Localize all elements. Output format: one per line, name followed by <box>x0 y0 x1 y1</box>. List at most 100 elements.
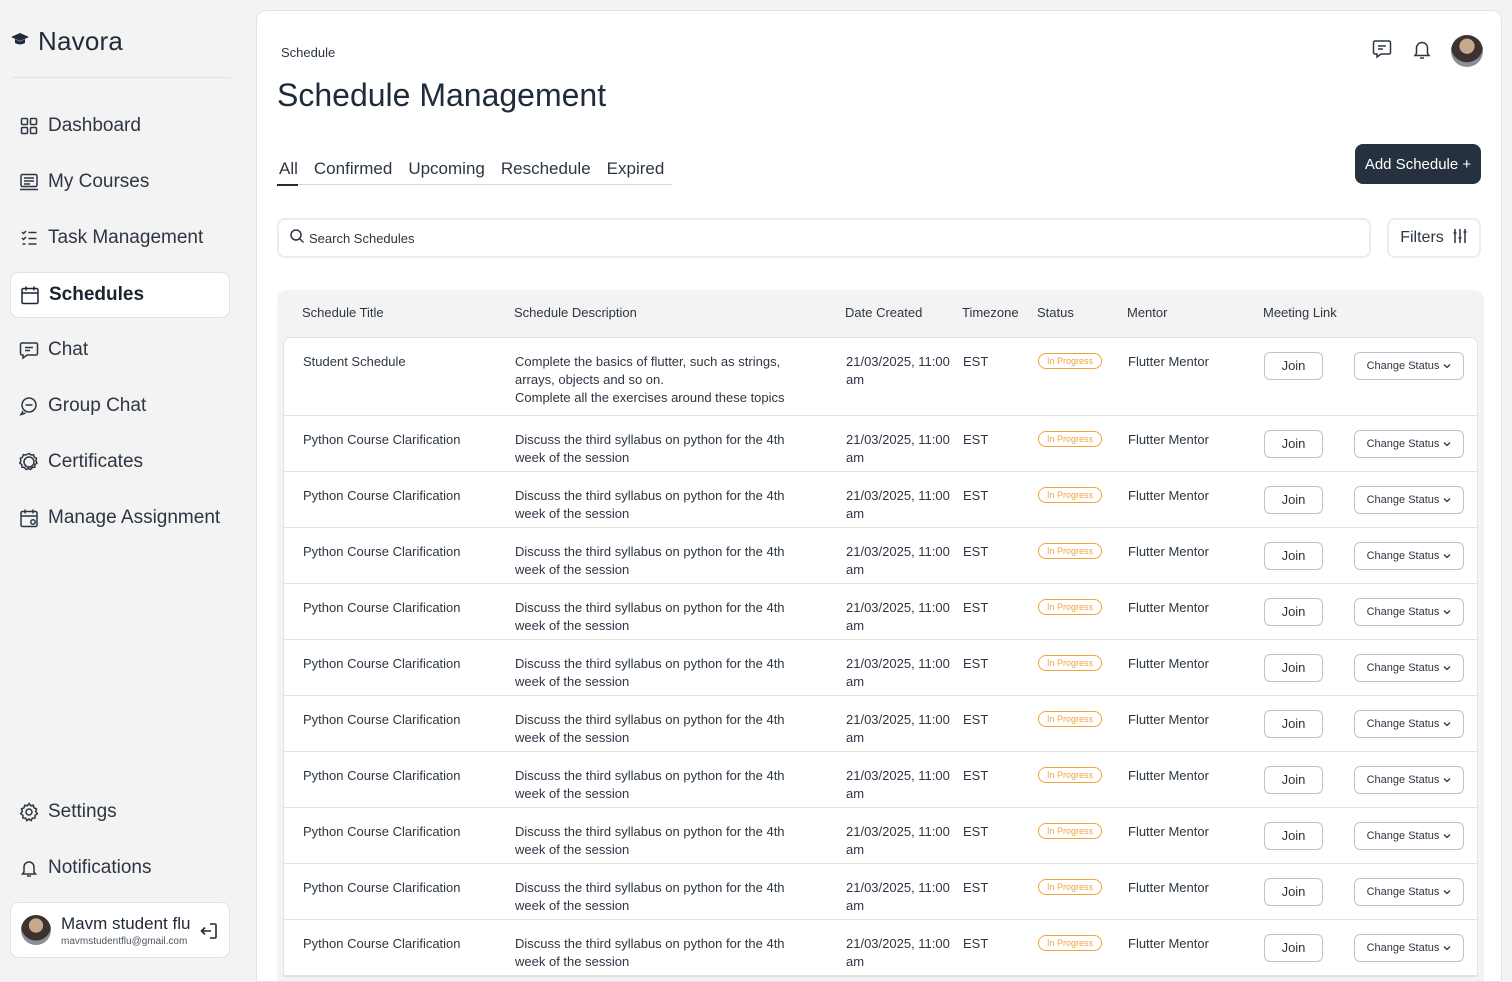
change-status-dropdown[interactable]: Change Status <box>1354 430 1464 458</box>
chevron-down-icon <box>1443 659 1451 677</box>
sidebar: Navora Dashboard My Courses Task Managem… <box>0 0 244 982</box>
sidebar-item-task-management[interactable]: Task Management <box>10 215 230 261</box>
sliders-icon <box>1452 228 1468 249</box>
chevron-down-icon <box>1443 435 1451 453</box>
join-button[interactable]: Join <box>1264 430 1323 458</box>
change-status-label: Change Status <box>1366 550 1440 562</box>
change-status-dropdown[interactable]: Change Status <box>1354 654 1464 682</box>
join-button[interactable]: Join <box>1264 710 1323 738</box>
change-status-dropdown[interactable]: Change Status <box>1354 486 1464 514</box>
change-status-dropdown[interactable]: Change Status <box>1354 934 1464 962</box>
join-button[interactable]: Join <box>1264 934 1323 962</box>
table-row: Python Course Clarification Discuss the … <box>284 416 1477 472</box>
change-status-dropdown[interactable]: Change Status <box>1354 878 1464 906</box>
tab-upcoming[interactable]: Upcoming <box>400 159 493 185</box>
sidebar-item-schedules[interactable]: Schedules <box>10 272 230 318</box>
description-line: Discuss the third syllabus on python for… <box>515 880 785 913</box>
sidebar-item-settings[interactable]: Settings <box>10 789 230 835</box>
sidebar-item-notifications[interactable]: Notifications <box>10 845 230 891</box>
certificate-icon <box>18 452 39 473</box>
tab-confirmed[interactable]: Confirmed <box>306 159 400 185</box>
avatar[interactable] <box>1451 35 1483 67</box>
schedule-title: Python Course Clarification <box>303 936 461 951</box>
change-status-dropdown[interactable]: Change Status <box>1354 766 1464 794</box>
filters-button[interactable]: Filters <box>1387 218 1481 258</box>
change-status-dropdown[interactable]: Change Status <box>1354 598 1464 626</box>
checklist-icon <box>18 228 39 249</box>
sidebar-item-label: Group Chat <box>48 395 147 416</box>
sidebar-item-manage-assignment[interactable]: Manage Assignment <box>10 495 230 541</box>
message-icon[interactable] <box>1371 38 1393 65</box>
change-status-label: Change Status <box>1366 494 1440 506</box>
schedule-description: Discuss the third syllabus on python for… <box>515 879 815 915</box>
schedule-description: Discuss the third syllabus on python for… <box>515 711 815 747</box>
join-button[interactable]: Join <box>1264 878 1323 906</box>
table-row: Python Course Clarification Discuss the … <box>284 696 1477 752</box>
join-button[interactable]: Join <box>1264 352 1323 380</box>
search-bar <box>277 218 1371 258</box>
description-line: Discuss the third syllabus on python for… <box>515 824 785 857</box>
join-button[interactable]: Join <box>1264 486 1323 514</box>
description-line: Discuss the third syllabus on python for… <box>515 488 785 521</box>
join-button[interactable]: Join <box>1264 542 1323 570</box>
breadcrumb[interactable]: Schedule <box>281 45 335 60</box>
main-panel: Schedule Schedule Management All Confirm… <box>256 10 1502 982</box>
change-status-label: Change Status <box>1366 942 1440 954</box>
table-row: Python Course Clarification Discuss the … <box>284 920 1477 976</box>
logout-icon[interactable] <box>199 921 219 946</box>
mentor: Flutter Mentor <box>1128 712 1209 727</box>
bell-icon <box>18 858 39 879</box>
change-status-label: Change Status <box>1366 360 1440 372</box>
schedule-description: Discuss the third syllabus on python for… <box>515 431 815 467</box>
join-button[interactable]: Join <box>1264 598 1323 626</box>
user-card[interactable]: Mavm student flu mavmstudentflu@gmail.co… <box>10 902 230 958</box>
date-created: 21/03/2025, 11:00 am <box>846 824 950 857</box>
description-line: Discuss the third syllabus on python for… <box>515 432 785 465</box>
table-row: Python Course Clarification Discuss the … <box>284 864 1477 920</box>
status-badge: In Progress <box>1038 655 1103 671</box>
mentor: Flutter Mentor <box>1128 880 1209 895</box>
sidebar-item-certificates[interactable]: Certificates <box>10 439 230 485</box>
schedule-title: Python Course Clarification <box>303 768 461 783</box>
chevron-down-icon <box>1443 883 1451 901</box>
change-status-dropdown[interactable]: Change Status <box>1354 822 1464 850</box>
timezone: EST <box>963 768 989 783</box>
mentor: Flutter Mentor <box>1128 656 1209 671</box>
sidebar-item-my-courses[interactable]: My Courses <box>10 159 230 205</box>
description-line: Discuss the third syllabus on python for… <box>515 936 785 969</box>
tab-all[interactable]: All <box>277 159 306 186</box>
add-schedule-button[interactable]: Add Schedule + <box>1355 144 1481 184</box>
date-created: 21/03/2025, 11:00 am <box>846 880 950 913</box>
mentor: Flutter Mentor <box>1128 432 1209 447</box>
status-badge: In Progress <box>1038 823 1103 839</box>
sidebar-item-chat[interactable]: Chat <box>10 327 230 373</box>
user-info: Mavm student flu mavmstudentflu@gmail.co… <box>61 914 190 947</box>
sidebar-divider <box>12 77 230 78</box>
table-row: Python Course Clarification Discuss the … <box>284 752 1477 808</box>
join-button[interactable]: Join <box>1264 822 1323 850</box>
table-row: Python Course Clarification Discuss the … <box>284 472 1477 528</box>
change-status-dropdown[interactable]: Change Status <box>1354 710 1464 738</box>
tab-reschedule[interactable]: Reschedule <box>493 159 599 185</box>
sidebar-item-label: Certificates <box>48 451 144 472</box>
join-button[interactable]: Join <box>1264 766 1323 794</box>
logo[interactable]: Navora <box>10 26 123 57</box>
change-status-label: Change Status <box>1366 606 1440 618</box>
status-badge: In Progress <box>1038 543 1103 559</box>
change-status-dropdown[interactable]: Change Status <box>1354 352 1464 380</box>
change-status-label: Change Status <box>1366 718 1440 730</box>
tab-expired[interactable]: Expired <box>599 159 673 185</box>
sidebar-item-dashboard[interactable]: Dashboard <box>10 103 230 149</box>
bell-icon[interactable] <box>1411 38 1433 65</box>
change-status-dropdown[interactable]: Change Status <box>1354 542 1464 570</box>
calendar-icon <box>19 285 40 306</box>
user-name: Mavm student flu <box>61 913 191 933</box>
description-line: Discuss the third syllabus on python for… <box>515 712 785 745</box>
status-badge: In Progress <box>1038 487 1103 503</box>
sidebar-item-group-chat[interactable]: Group Chat <box>10 383 230 429</box>
join-button[interactable]: Join <box>1264 654 1323 682</box>
search-input[interactable] <box>309 230 1309 246</box>
chevron-down-icon <box>1443 603 1451 621</box>
sidebar-item-label: Chat <box>48 339 89 360</box>
date-created: 21/03/2025, 11:00 am <box>846 432 950 465</box>
